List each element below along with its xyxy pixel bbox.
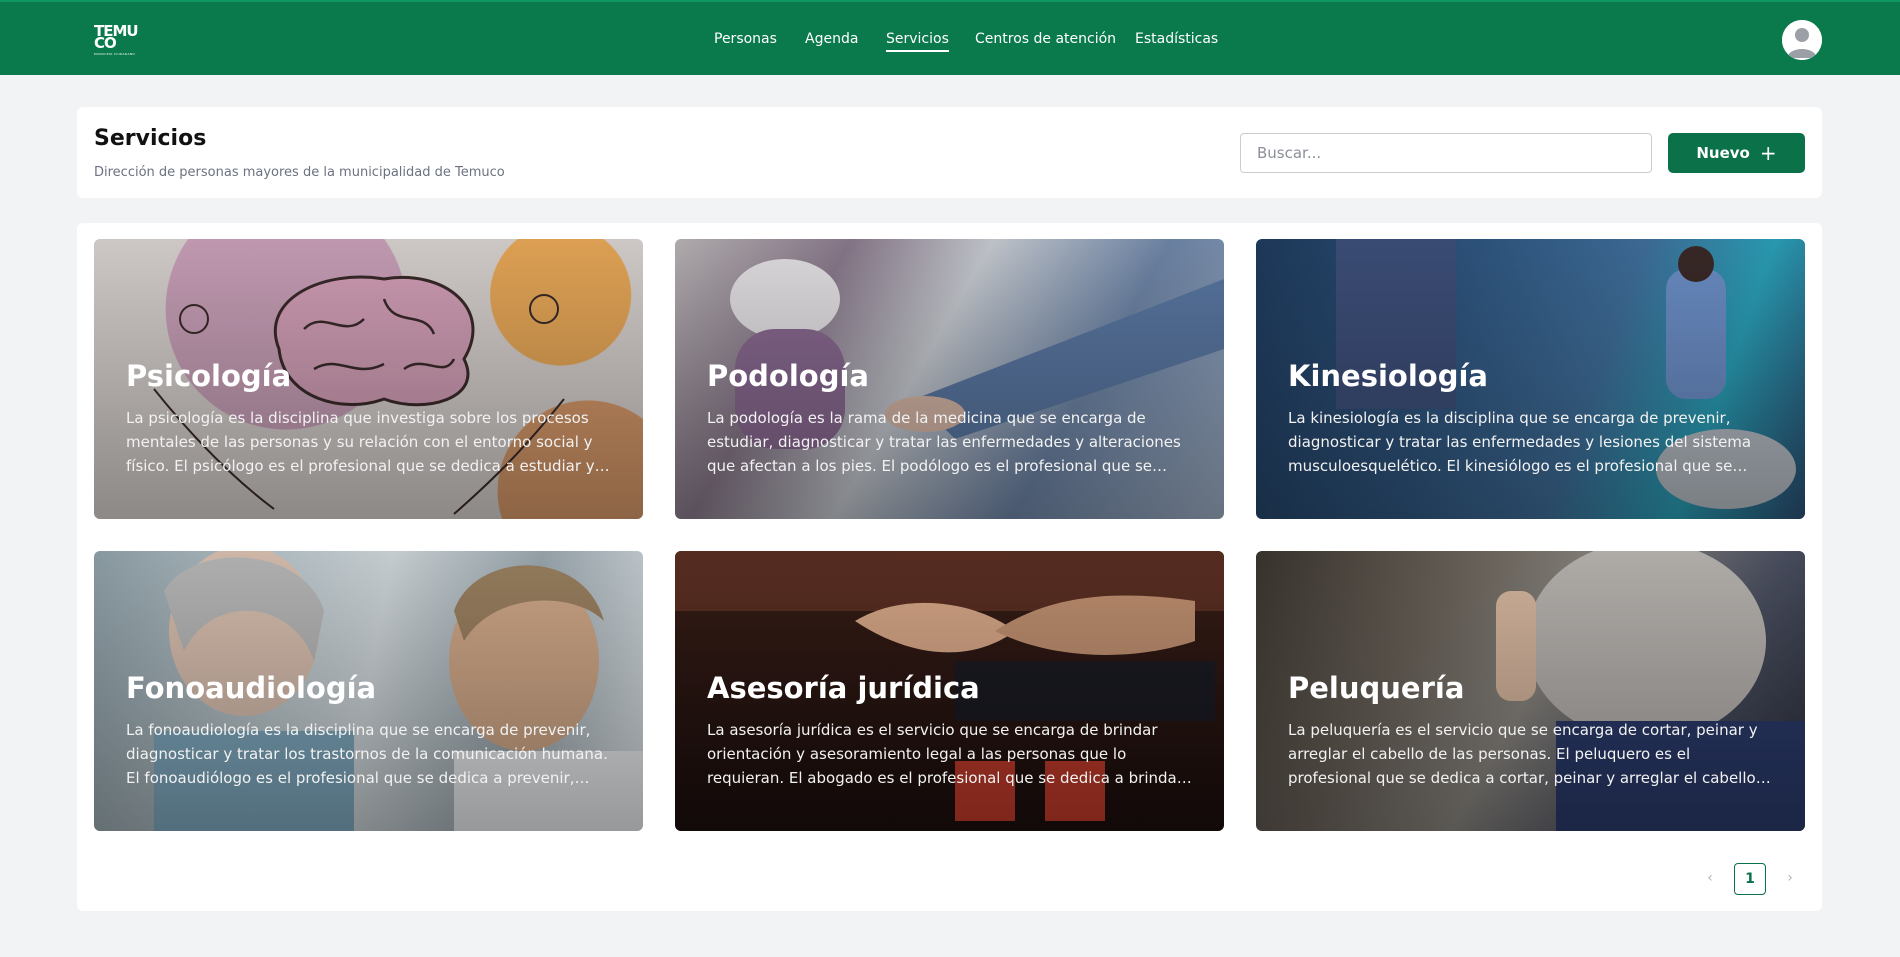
service-card-kinesiologia[interactable]: Kinesiología La kinesiología es la disci…: [1256, 239, 1805, 519]
service-title: Fonoaudiología: [126, 671, 377, 705]
service-title: Podología: [707, 359, 869, 393]
service-card-fonoaudiologia[interactable]: Fonoaudiología La fonoaudiología es la d…: [94, 551, 643, 831]
page-header: Servicios Dirección de personas mayores …: [77, 107, 1822, 198]
nav-item-servicios[interactable]: Servicios: [886, 31, 949, 52]
page-title: Servicios: [94, 126, 207, 151]
service-card-peluqueria[interactable]: Peluquería La peluquería es el servicio …: [1256, 551, 1805, 831]
nav-item-personas[interactable]: Personas: [714, 31, 777, 47]
service-card-psicologia[interactable]: Psicología La psicología es la disciplin…: [94, 239, 643, 519]
nav-item-estadisticas[interactable]: Estadísticas: [1135, 31, 1218, 47]
plus-icon: +: [1759, 141, 1777, 165]
new-service-button[interactable]: Nuevo +: [1668, 133, 1805, 173]
service-description: La asesoría jurídica es el servicio que …: [707, 721, 1183, 787]
service-description: La kinesiología es la disciplina que se …: [1288, 409, 1752, 475]
chevron-left-icon[interactable]: ‹: [1694, 862, 1726, 894]
nav-item-agenda[interactable]: Agenda: [805, 31, 858, 47]
service-description: La peluquería es el servicio que se enca…: [1288, 721, 1758, 787]
service-description: La fonoaudiología es la disciplina que s…: [126, 721, 608, 787]
service-description: La psicología es la disciplina que inves…: [126, 409, 595, 475]
service-title: Peluquería: [1288, 671, 1465, 705]
nav-item-centros-de-atencion[interactable]: Centros de atención: [975, 31, 1116, 47]
page-subtitle: Dirección de personas mayores de la muni…: [94, 165, 505, 180]
service-description: La podología es la rama de la medicina q…: [707, 409, 1181, 475]
top-navbar: TEMU CO MUNICIPIO CIUDADANO Personas Age…: [0, 0, 1900, 75]
service-title: Asesoría jurídica: [707, 671, 980, 705]
service-card-podologia[interactable]: Podología La podología es la rama de la …: [675, 239, 1224, 519]
service-title: Kinesiología: [1288, 359, 1488, 393]
main-nav: Personas Agenda Servicios Centros de ate…: [0, 2, 1900, 77]
chevron-right-icon[interactable]: ›: [1774, 862, 1806, 894]
page-1-button[interactable]: 1: [1734, 863, 1766, 895]
service-title: Psicología: [126, 359, 292, 393]
search-input[interactable]: [1240, 133, 1652, 173]
new-button-label: Nuevo: [1696, 144, 1750, 162]
service-card-asesoria-juridica[interactable]: Asesoría jurídica La asesoría jurídica e…: [675, 551, 1224, 831]
user-avatar-icon[interactable]: [1782, 20, 1822, 60]
